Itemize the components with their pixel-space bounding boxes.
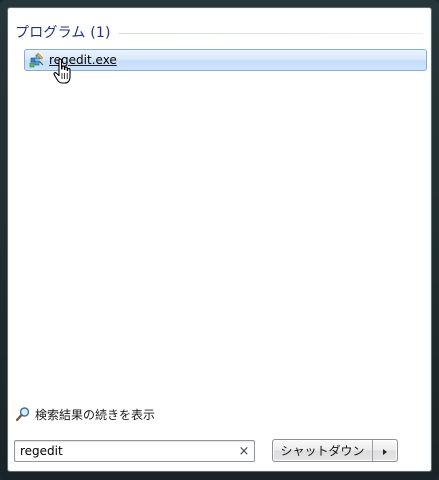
see-more-results-link[interactable]: 検索結果の続きを表示 (15, 405, 155, 423)
triangle-right-icon (381, 441, 389, 460)
magnifier-icon (15, 406, 31, 422)
results-category-label: プログラム (1) (15, 25, 111, 41)
hand-cursor-icon (52, 58, 74, 86)
clear-search-button[interactable]: × (234, 441, 254, 461)
start-menu: プログラム (1) regedit.exe 検索結果の続きを表示 regedit… (0, 0, 439, 480)
results-category-header: プログラム (1) (15, 22, 423, 42)
see-more-results-label: 検索結果の続きを表示 (35, 407, 156, 422)
regedit-icon (28, 52, 44, 68)
search-box[interactable]: × (14, 440, 255, 462)
shutdown-button-group: シャットダウン (272, 439, 398, 462)
header-divider (118, 32, 423, 34)
result-item-regedit[interactable]: regedit.exe (24, 49, 427, 71)
search-input[interactable] (15, 442, 234, 460)
shutdown-options-button[interactable] (373, 440, 397, 461)
shutdown-button[interactable]: シャットダウン (273, 440, 373, 461)
